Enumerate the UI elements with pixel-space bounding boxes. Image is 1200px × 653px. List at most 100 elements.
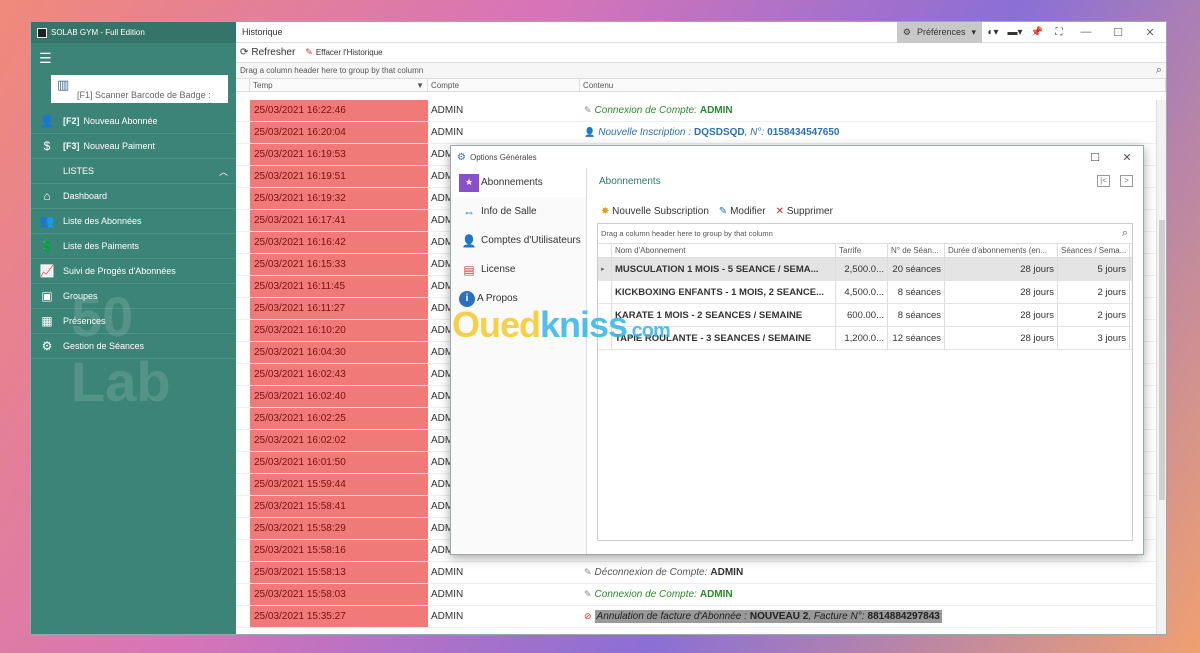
new-member-button[interactable]: 👤 [F2] Nouveau Abonnée: [31, 109, 236, 134]
new-payment-label: Nouveau Paiment: [83, 141, 156, 151]
column-header-name[interactable]: Nom d'Abonnement: [612, 244, 836, 257]
row-selector[interactable]: [236, 364, 250, 385]
nav-item-memberships[interactable]: ★ Abonnements: [451, 168, 586, 197]
row-selector[interactable]: ▸: [598, 258, 612, 280]
row-selector[interactable]: [236, 188, 250, 209]
row-selector[interactable]: [236, 408, 250, 429]
row-selector[interactable]: [236, 100, 250, 121]
cell-temp: 25/03/2021 16:11:45: [250, 276, 428, 297]
sidebar-item-presence[interactable]: ▦ Présences: [31, 309, 236, 334]
table-row[interactable]: 25/03/2021 15:35:27 ADMIN ⊘ Annulation de f…: [236, 606, 1156, 628]
row-selector[interactable]: [236, 320, 250, 341]
maximize-icon[interactable]: ☐: [1102, 26, 1134, 39]
sidebar-item-sessions[interactable]: ⚙ Gestion de Séances: [31, 334, 236, 359]
column-header-temp[interactable]: Temp ▼: [250, 79, 428, 91]
row-selector[interactable]: [236, 452, 250, 473]
group-by-bar[interactable]: Drag a column header here to group by th…: [236, 62, 1166, 79]
row-selector[interactable]: [236, 474, 250, 495]
column-header-duration[interactable]: Durée d'abonnements (en...: [945, 244, 1058, 257]
nav-item-gym-info[interactable]: ⇔ Info de Salle: [451, 197, 586, 226]
cell-contenu: ✎ Connexion de Compte: ADMIN: [580, 584, 1156, 605]
row-selector[interactable]: [598, 281, 612, 303]
cell-contenu: 👤 Nouvelle Inscription : DQSDSQD, N°: 01584…: [580, 122, 1156, 143]
column-header-contenu[interactable]: Contenu: [580, 79, 1166, 91]
table-row[interactable]: KICKBOXING ENFANTS - 1 MOIS, 2 SEANCE...…: [598, 281, 1132, 304]
sidebar-item-groups[interactable]: ▣ Groupes: [31, 284, 236, 309]
group-by-bar[interactable]: Drag a column header here to group by th…: [598, 224, 1132, 244]
row-selector[interactable]: [236, 276, 250, 297]
table-row[interactable]: KARATE 1 MOIS - 2 SEANCES / SEMAINE 600.0…: [598, 304, 1132, 327]
row-selector[interactable]: [236, 430, 250, 451]
maximize-icon[interactable]: ☐: [1079, 151, 1111, 164]
row-selector[interactable]: [236, 298, 250, 319]
table-row[interactable]: 25/03/2021 16:22:46 ADMIN ✎ Connexion de Co…: [236, 100, 1156, 122]
column-header-per-week[interactable]: Séances / Sema...: [1058, 244, 1130, 257]
minimize-icon[interactable]: —: [1070, 26, 1102, 38]
table-row[interactable]: TAPIE ROULANTE - 3 SEANCES / SEMAINE 1,20…: [598, 327, 1132, 350]
home-icon: ⌂: [43, 189, 51, 203]
row-selector[interactable]: [236, 606, 250, 627]
column-header-sessions[interactable]: N° de Séan...: [888, 244, 945, 257]
column-header-price[interactable]: Tarrife: [836, 244, 888, 257]
row-selector[interactable]: [236, 166, 250, 187]
new-subscription-button[interactable]: ✸ Nouvelle Subscription: [601, 206, 709, 217]
table-row[interactable]: ▸ MUSCULATION 1 MOIS - 5 SEANCE / SEMA...…: [598, 258, 1132, 281]
cell-temp: 25/03/2021 15:58:13: [250, 562, 428, 583]
log-message: Annulation de facture d'Abonnée : NOUVEAU…: [594, 610, 942, 623]
close-icon[interactable]: ✕: [1134, 26, 1166, 39]
pin-icon[interactable]: 📌: [1026, 27, 1048, 38]
nav-item-user-accounts[interactable]: 👤 Comptes d'Utilisateurs: [451, 226, 586, 255]
row-selector[interactable]: [236, 254, 250, 275]
cell-compte: ADMIN: [431, 127, 464, 138]
log-message: Connexion de Compte: ADMIN: [595, 589, 733, 600]
edit-button[interactable]: ✎ Modifier: [719, 206, 766, 217]
table-row[interactable]: 25/03/2021 15:58:13 ADMIN ✎ Déconnexion de …: [236, 562, 1156, 584]
sidebar-item-progress[interactable]: 📈 Suivi de Progés d'Abonnées: [31, 259, 236, 284]
clear-history-button[interactable]: ✎ Effacer l'Historique: [305, 47, 382, 58]
theme-icon[interactable]: ◐▾: [982, 27, 1004, 38]
sidebar-item-payments[interactable]: 💲 Liste des Paiments: [31, 234, 236, 259]
close-icon[interactable]: ✕: [1111, 151, 1143, 164]
menu-toggle-icon[interactable]: ☰: [31, 43, 236, 73]
scrollbar-thumb[interactable]: [1159, 220, 1165, 500]
row-selector[interactable]: [236, 518, 250, 539]
memberships-toolbar: ✸ Nouvelle Subscription ✎ Modifier ✕ Sup…: [597, 202, 1133, 220]
shortcut-key: [F2]: [63, 116, 80, 126]
next-icon[interactable]: >: [1120, 175, 1133, 187]
sidebar-item-members[interactable]: 👥 Liste des Abonnées: [31, 209, 236, 234]
row-selector[interactable]: [236, 496, 250, 517]
sessions-icon: ⚙: [41, 339, 53, 353]
previous-icon[interactable]: |<: [1097, 175, 1110, 187]
search-icon[interactable]: ⌕: [1122, 227, 1128, 240]
nav-item-about[interactable]: i A Propos: [451, 284, 586, 313]
preferences-button[interactable]: ⚙ Préférences ▾: [896, 22, 982, 43]
refresh-button[interactable]: ⟳ Refresher: [240, 47, 295, 58]
new-payment-button[interactable]: $ [F3] Nouveau Paiment: [31, 134, 236, 159]
sidebar-item-dashboard[interactable]: ⌂ Dashboard: [31, 184, 236, 209]
row-selector[interactable]: [236, 122, 250, 143]
row-selector[interactable]: [236, 540, 250, 561]
row-selector[interactable]: [236, 386, 250, 407]
barcode-scan-input[interactable]: ▥ [F1] Scanner Barcode de Badge :: [51, 75, 228, 103]
row-selector[interactable]: [598, 304, 612, 326]
row-selector[interactable]: [236, 562, 250, 583]
search-icon[interactable]: ⌕: [1156, 64, 1162, 77]
column-header-compte[interactable]: Compte: [428, 79, 580, 91]
fullscreen-icon[interactable]: ⛶: [1048, 27, 1070, 38]
nav-item-license[interactable]: ▤ License: [451, 255, 586, 284]
table-row[interactable]: 25/03/2021 16:20:04 ADMIN 👤 Nouvelle Inscri…: [236, 122, 1156, 144]
lists-section-header[interactable]: LISTES ︿: [31, 159, 236, 184]
row-selector[interactable]: [236, 144, 250, 165]
row-selector[interactable]: [236, 584, 250, 605]
group-by-hint: Drag a column header here to group by th…: [601, 229, 773, 238]
delete-button[interactable]: ✕ Supprimer: [776, 206, 833, 217]
row-selector[interactable]: [236, 232, 250, 253]
vertical-scrollbar[interactable]: [1156, 100, 1166, 634]
display-icon[interactable]: ▬▾: [1004, 27, 1026, 38]
progress-icon: 📈: [39, 264, 55, 278]
row-selector[interactable]: [236, 210, 250, 231]
sidebar-item-label: Liste des Paiments: [63, 241, 140, 251]
row-selector[interactable]: [598, 327, 612, 349]
row-selector[interactable]: [236, 342, 250, 363]
table-row[interactable]: 25/03/2021 15:58:03 ADMIN ✎ Connexion de Co…: [236, 584, 1156, 606]
